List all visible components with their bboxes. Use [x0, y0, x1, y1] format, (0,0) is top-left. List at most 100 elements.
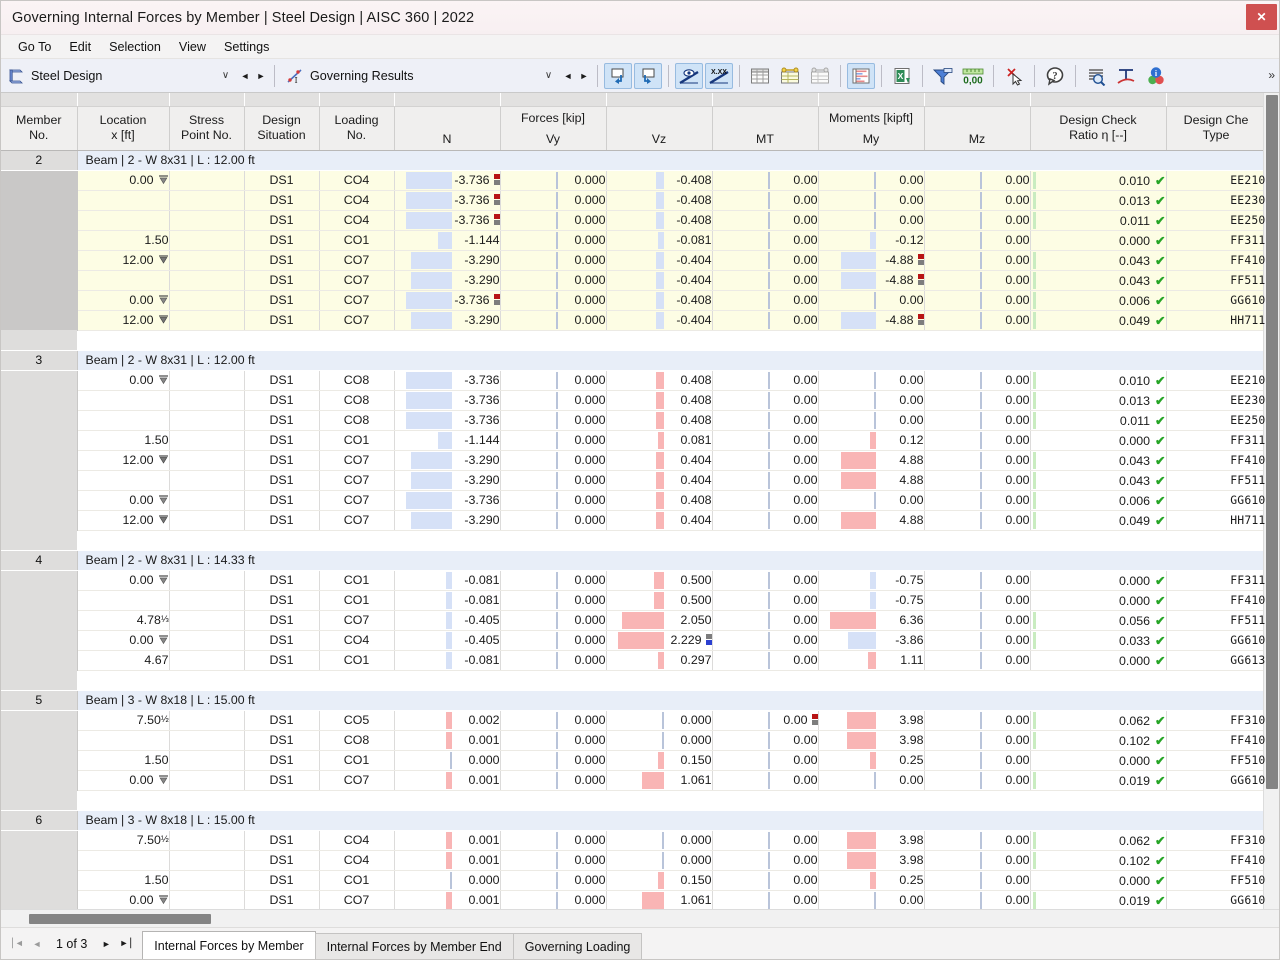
column-resize-handle-Vz[interactable]: [606, 93, 713, 107]
member-number-cell[interactable]: [1, 710, 78, 730]
member-number-cell[interactable]: [1, 510, 78, 530]
excel-export-icon[interactable]: X: [888, 63, 916, 89]
member-number-cell[interactable]: [1, 490, 78, 510]
member-number-cell[interactable]: [1, 870, 78, 890]
decimal-places-icon[interactable]: 0,00: [959, 63, 987, 89]
menu-item-view[interactable]: View: [170, 38, 215, 56]
table-row[interactable]: 4.67 DS1 CO1 -0.081 0.000 0.297 0.00 1.11 0.00 0.…: [1, 650, 1267, 671]
table-row[interactable]: 0.00 DS1 CO7 -3.736 0.000 -0.408 0.00 0.00 0.00 0…: [1, 290, 1267, 311]
column-resize-handle-location[interactable]: [77, 93, 170, 107]
member-number-cell[interactable]: [1, 390, 78, 410]
member-number-cell[interactable]: [1, 650, 78, 670]
first-page-button[interactable]: ⎮◄: [7, 933, 27, 955]
table-row[interactable]: 0.00 DS1 CO4 -3.736 0.000 -0.408 0.00 0.00 0.00 0…: [1, 170, 1267, 191]
table-row[interactable]: 12.00 DS1 CO7 -3.290 0.000 0.404 0.00 4.88 0.00 0…: [1, 450, 1267, 471]
column-resize-handle-MT[interactable]: [712, 93, 819, 107]
table-row[interactable]: 0.00 DS1 CO4 -0.405 0.000 2.229 0.00 -3.86 0.00 0…: [1, 630, 1267, 651]
column-resize-handle-Mz[interactable]: [924, 93, 1031, 107]
module-next-button[interactable]: ►: [253, 65, 269, 87]
member-number-cell[interactable]: [1, 170, 78, 190]
member-number-cell[interactable]: [1, 250, 78, 270]
column-header-design[interactable]: Design Situation: [244, 106, 320, 151]
horizontal-scrollbar-thumb[interactable]: [29, 914, 211, 924]
column-resize-handle-ratio[interactable]: [1030, 93, 1167, 107]
table-row[interactable]: 12.00 DS1 CO7 -3.290 0.000 0.404 0.00 4.88 0.00 0…: [1, 510, 1267, 531]
table-row[interactable]: DS1 CO1 -0.081 0.000 0.500 0.00 -0.75 0.00 0.000…: [1, 590, 1267, 611]
member-number-cell[interactable]: [1, 310, 78, 330]
member-number-cell[interactable]: [1, 830, 78, 850]
table-row[interactable]: DS1 CO4 0.001 0.000 0.000 0.00 3.98 0.00 0.102 ✔ F…: [1, 850, 1267, 871]
info-colors-icon[interactable]: i: [1142, 63, 1170, 89]
results-next-button[interactable]: ►: [576, 65, 592, 87]
table-clear-icon[interactable]: [806, 63, 834, 89]
table-row[interactable]: 0.00 DS1 CO1 -0.081 0.000 0.500 0.00 -0.75 0.00 0…: [1, 570, 1267, 591]
member-group-row[interactable]: 2 Beam | 2 - W 8x31 | L : 12.00 ft: [1, 150, 1266, 171]
member-number-cell[interactable]: [1, 630, 78, 650]
table-row[interactable]: 12.00 DS1 CO7 -3.290 0.000 -0.404 0.00 -4.88 0.0…: [1, 310, 1267, 331]
results-type-combo[interactable]: I Governing Results ∨: [280, 62, 560, 89]
member-group-row[interactable]: 6 Beam | 3 - W 8x18 | L : 15.00 ft: [1, 810, 1266, 831]
table-row[interactable]: DS1 CO7 -3.290 0.000 0.404 0.00 4.88 0.00 0.043 ✔…: [1, 470, 1267, 491]
member-number[interactable]: 2: [1, 150, 78, 171]
vertical-scrollbar-thumb[interactable]: [1266, 95, 1278, 789]
column-resize-handle-N[interactable]: [394, 93, 501, 107]
menu-item-settings[interactable]: Settings: [215, 38, 279, 56]
results-prev-button[interactable]: ◄: [560, 65, 576, 87]
member-number-cell[interactable]: [1, 270, 78, 290]
member-number-cell[interactable]: [1, 450, 78, 470]
tab-internal-forces-by-member-end[interactable]: Internal Forces by Member End: [314, 933, 514, 959]
column-header-loading[interactable]: Loading No.: [319, 106, 395, 151]
column-resize-handle-dctype[interactable]: [1166, 93, 1267, 107]
table-row[interactable]: 4.78⅓ DS1 CO7 -0.405 0.000 2.050 0.00 6.36 0.00 0…: [1, 610, 1267, 631]
table-row[interactable]: 1.50 DS1 CO1 -1.144 0.000 -0.081 0.00 -0.12 0.00…: [1, 230, 1267, 251]
table-row[interactable]: DS1 CO4 -3.736 0.000 -0.408 0.00 0.00 0.00 0.011…: [1, 210, 1267, 231]
column-header-Vy[interactable]: Vy Forces [kip]: [500, 106, 607, 151]
close-button[interactable]: ✕: [1246, 4, 1277, 30]
member-number-cell[interactable]: [1, 210, 78, 230]
table-row[interactable]: 1.50 DS1 CO1 0.000 0.000 0.150 0.00 0.25 0.00 0.0…: [1, 870, 1267, 891]
member-number-cell[interactable]: [1, 770, 78, 790]
diagram-icon[interactable]: [1112, 63, 1140, 89]
chart-bars-icon[interactable]: [847, 62, 875, 89]
member-group-row[interactable]: 5 Beam | 3 - W 8x18 | L : 15.00 ft: [1, 690, 1266, 711]
member-group-row[interactable]: 3 Beam | 2 - W 8x31 | L : 12.00 ft: [1, 350, 1266, 371]
table-row[interactable]: 0.00 DS1 CO8 -3.736 0.000 0.408 0.00 0.00 0.00 0.…: [1, 370, 1267, 391]
menu-item-edit[interactable]: Edit: [60, 38, 100, 56]
member-number-cell[interactable]: [1, 610, 78, 630]
table-row[interactable]: 0.00 DS1 CO7 0.001 0.000 1.061 0.00 0.00 0.00 0.0…: [1, 890, 1267, 909]
member-number-cell[interactable]: [1, 370, 78, 390]
table-row[interactable]: 1.50 DS1 CO1 0.000 0.000 0.150 0.00 0.25 0.00 0.0…: [1, 750, 1267, 771]
menu-item-selection[interactable]: Selection: [100, 38, 170, 56]
filter-icon[interactable]: [929, 63, 957, 89]
member-number-cell[interactable]: [1, 410, 78, 430]
column-header-MT[interactable]: MT: [712, 106, 819, 151]
table-row[interactable]: 7.50½ DS1 CO4 0.001 0.000 0.000 0.00 3.98 0.00 0.…: [1, 830, 1267, 851]
member-number-cell[interactable]: [1, 730, 78, 750]
table-row[interactable]: DS1 CO8 0.001 0.000 0.000 0.00 3.98 0.00 0.102 ✔ F…: [1, 730, 1267, 751]
member-number-cell[interactable]: [1, 290, 78, 310]
member-number[interactable]: 4: [1, 550, 78, 571]
find-icon[interactable]: [1082, 63, 1110, 89]
column-header-location[interactable]: Location x [ft]: [77, 106, 170, 151]
member-number-cell[interactable]: [1, 470, 78, 490]
menu-item-go-to[interactable]: Go To: [9, 38, 60, 56]
table-row[interactable]: 0.00 DS1 CO7 -3.736 0.000 0.408 0.00 0.00 0.00 0.…: [1, 490, 1267, 511]
column-header-N[interactable]: N: [394, 106, 501, 151]
table-row[interactable]: DS1 CO8 -3.736 0.000 0.408 0.00 0.00 0.00 0.011 ✔…: [1, 410, 1267, 431]
table-row[interactable]: DS1 CO8 -3.736 0.000 0.408 0.00 0.00 0.00 0.013 ✔…: [1, 390, 1267, 411]
member-number-cell[interactable]: [1, 570, 78, 590]
column-resize-handle-My[interactable]: [818, 93, 925, 107]
table-row[interactable]: 0.00 DS1 CO7 0.001 0.000 1.061 0.00 0.00 0.00 0.0…: [1, 770, 1267, 791]
table-row[interactable]: 12.00 DS1 CO7 -3.290 0.000 -0.404 0.00 -4.88 0.0…: [1, 250, 1267, 271]
table-row[interactable]: DS1 CO7 -3.290 0.000 -0.404 0.00 -4.88 0.00 0.04…: [1, 270, 1267, 291]
column-header-Vz[interactable]: Vz: [606, 106, 713, 151]
tab-internal-forces-by-member[interactable]: Internal Forces by Member: [142, 931, 316, 959]
member-group-row[interactable]: 4 Beam | 2 - W 8x31 | L : 14.33 ft: [1, 550, 1266, 571]
last-page-button[interactable]: ►⎮: [116, 933, 136, 955]
column-header-My[interactable]: My Moments [kipft]: [818, 106, 925, 151]
numeric-values-icon[interactable]: X.XX: [705, 62, 733, 89]
column-resize-handle-member[interactable]: [1, 93, 78, 107]
member-number-cell[interactable]: [1, 890, 78, 909]
member-number[interactable]: 5: [1, 690, 78, 711]
horizontal-scrollbar[interactable]: [1, 909, 1279, 927]
